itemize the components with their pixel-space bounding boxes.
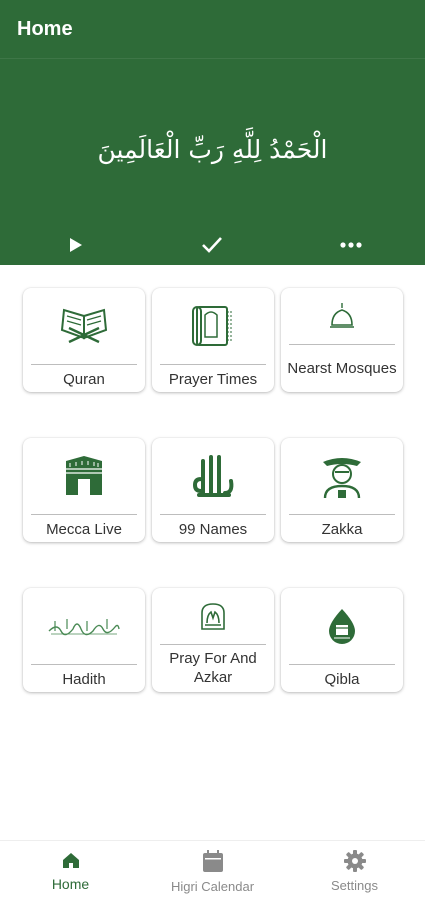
more-horizontal-icon	[340, 242, 362, 248]
card-zakka[interactable]: Zakka	[281, 438, 403, 542]
card-separator	[289, 664, 395, 665]
nav-home[interactable]: Home	[0, 841, 141, 901]
card-separator	[289, 514, 395, 515]
more-button[interactable]	[331, 228, 371, 262]
check-button[interactable]	[192, 228, 232, 262]
card-99-names[interactable]: 99 Names	[152, 438, 274, 542]
nav-label: Home	[51, 876, 90, 892]
card-separator	[31, 364, 137, 365]
nav-higri-calendar[interactable]: Higri Calendar	[142, 841, 283, 901]
header-actions	[0, 228, 425, 262]
nav-settings[interactable]: Settings	[284, 841, 425, 901]
card-label: Hadith	[62, 670, 106, 688]
card-label: Quran	[63, 370, 105, 388]
card-separator	[31, 664, 137, 665]
card-separator	[289, 344, 395, 345]
card-label: Pray For And Azkar	[169, 650, 257, 686]
nav-label: Higri Calendar	[170, 878, 255, 894]
kaaba-icon	[66, 456, 102, 495]
mosque-dome-icon	[330, 303, 354, 328]
card-label: Prayer Times	[168, 370, 258, 388]
card-label: Qibla	[324, 670, 360, 688]
card-separator	[160, 514, 266, 515]
qibla-compass-icon	[329, 609, 355, 644]
card-label: Nearst Mosques	[287, 359, 397, 377]
prayer-mat-icon	[192, 306, 232, 346]
check-icon	[202, 237, 222, 253]
card-label: Mecca Live	[46, 520, 122, 538]
card-hadith[interactable]: Hadith	[23, 588, 145, 692]
card-qibla[interactable]: Qibla	[281, 588, 403, 692]
gear-icon	[343, 849, 366, 872]
card-nearest-mosques[interactable]: Nearst Mosques	[281, 288, 403, 392]
header-divider	[0, 58, 425, 59]
card-prayer-times[interactable]: Prayer Times	[152, 288, 274, 392]
hadith-calligraphy-icon	[48, 619, 120, 636]
card-mecca-live[interactable]: Mecca Live	[23, 438, 145, 542]
card-quran[interactable]: Quran	[23, 288, 145, 392]
allah-calligraphy-icon	[192, 455, 234, 497]
card-separator	[31, 514, 137, 515]
page-title: Home	[17, 18, 73, 40]
nav-label: Settings	[331, 877, 378, 893]
bottom-navigation: Home Higri Calendar Settings	[0, 840, 425, 901]
zakat-person-icon	[323, 458, 361, 499]
card-label: 99 Names	[178, 520, 248, 538]
dua-hands-icon	[201, 603, 225, 630]
arabic-verse: الْحَمْدُ لِلَّهِ رَبِّ الْعَالَمِينَ	[97, 135, 328, 164]
card-pray-azkar[interactable]: Pray For And Azkar	[152, 588, 274, 692]
app-header: Home الْحَمْدُ لِلَّهِ رَبِّ الْعَالَمِي…	[0, 0, 425, 265]
calendar-icon	[202, 849, 223, 872]
play-icon	[70, 238, 82, 252]
card-label: Zakka	[321, 520, 363, 538]
home-icon	[62, 853, 79, 868]
play-button[interactable]	[55, 228, 95, 262]
card-separator	[160, 364, 266, 365]
quran-book-icon	[60, 308, 108, 344]
card-separator	[160, 644, 266, 645]
